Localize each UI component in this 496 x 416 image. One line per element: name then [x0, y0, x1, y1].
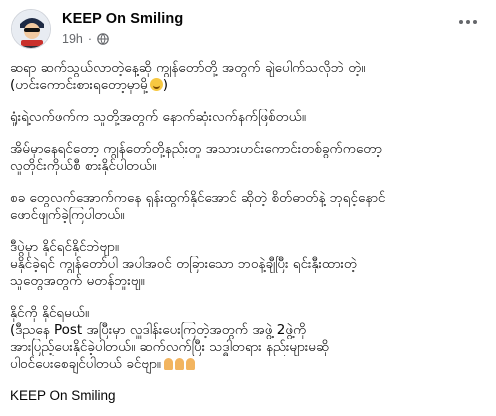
post-author[interactable]: KEEP On Smiling [62, 11, 183, 27]
globe-icon[interactable] [97, 33, 109, 45]
post-line: နိုင်ကို နိုင်ရမယ်။ [10, 305, 90, 321]
post-line: အားပြည့်ပေးနိုင်ခဲ့ပါတယ်။ ဆက်လက်ပြီး သဒ္… [10, 339, 330, 355]
meta-separator: · [87, 32, 93, 46]
post-meta: 19h · [62, 32, 109, 46]
post-line: ရှုံးရဲ့လက်ဖက်က သူတို့အတွက် နောက်ဆုံးလက်… [10, 109, 306, 125]
avatar-icon [12, 10, 50, 48]
post-time[interactable]: 19h [62, 32, 83, 46]
post-line: (ဒီညနေ Post အပြီးမှာ လှူဒါန်းပေးကြတဲ့အတွ… [10, 322, 307, 338]
post-line: အိမ်မှာနေရင်တော့ ကျွန်တော်တို့နည်းတူ အသာ… [10, 141, 382, 157]
post-line: (ဟင်းကောင်းစားရတော့မှာမို့) [10, 77, 169, 93]
more-dots-icon [459, 20, 463, 24]
post-line: သူတွေအတွက် မတန်ဘူးဗျ။ [10, 273, 145, 289]
post-line: မနိုင်ခဲ့ရင် ကျွန်တော်ပါ အပါအဝင် တခြားသေ… [10, 256, 358, 272]
facebook-post: KEEP On Smiling 19h · ဆရာ ဆက်သွယ်လာတဲ့နေ… [0, 0, 496, 416]
post-line: လူတိုင်းကိုယ်စီ စားနိုင်ပါတယ်။ [10, 158, 157, 174]
praying-hands-emoji-icon [163, 358, 197, 375]
post-text: ဆရာ ဆက်သွယ်လာတဲ့နေ့ဆို ကျွန်တော်တို့ အတွ… [10, 60, 488, 375]
signature: KEEP On Smiling [10, 388, 116, 403]
post-line: ဖောင်ဖျက်ခဲ့ကြပါတယ်။ [10, 207, 125, 223]
more-options-button[interactable] [448, 8, 488, 36]
post-line: ပါဝင်ပေးစေချင်ပါတယ် ခင်ဗျာ။ [10, 356, 488, 375]
post-line: ဒီပွဲမှာ နိုင်ရင်နိုင်ဘဲဗျာ။ [10, 239, 119, 255]
post-line: စခ တွေလက်အောက်ကနေ ရှန်းထွက်နိုင်အောင် ဆိ… [10, 190, 386, 206]
post-line: ဆရာ ဆက်သွယ်လာတဲ့နေ့ဆို ကျွန်တော်တို့ အတွ… [10, 60, 366, 76]
smile-emoji-icon [149, 78, 163, 91]
avatar[interactable] [11, 9, 51, 49]
